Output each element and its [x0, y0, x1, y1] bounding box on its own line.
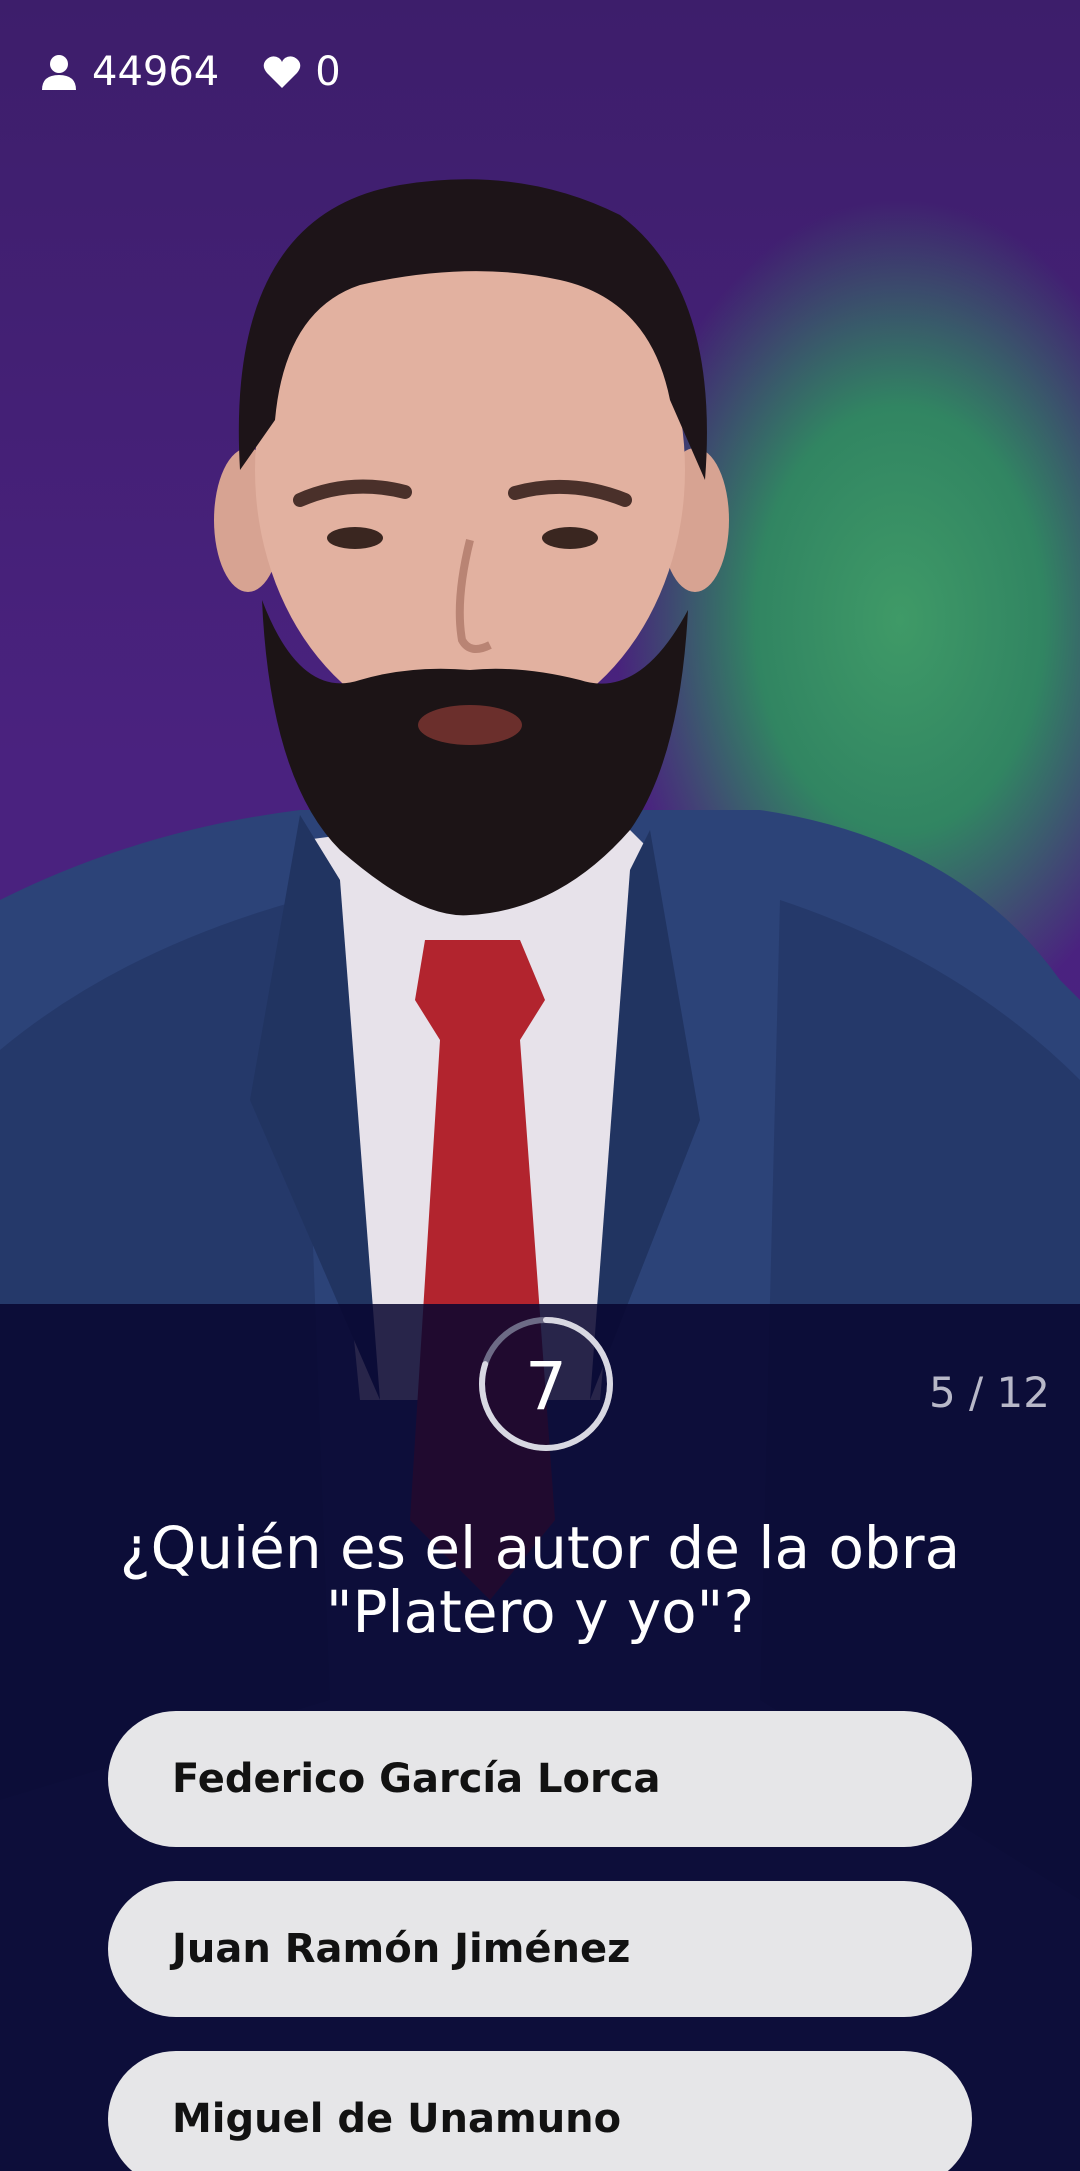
answer-option-1[interactable]: Federico García Lorca [108, 1711, 972, 1847]
answer-option-2[interactable]: Juan Ramón Jiménez [108, 1881, 972, 2017]
trivia-game-screen: 44964 0 7 5 / 12 ¿Quién es el autor de l… [0, 0, 1080, 2171]
answer-option-label: Miguel de Unamuno [172, 2096, 622, 2142]
countdown-timer: 7 [474, 1312, 618, 1456]
heart-icon [263, 56, 301, 88]
question-progress: 5 / 12 [928, 1368, 1050, 1417]
answer-option-3[interactable]: Miguel de Unamuno [108, 2051, 972, 2171]
person-icon [42, 55, 76, 90]
timer-value: 7 [525, 1347, 567, 1425]
answer-option-label: Federico García Lorca [172, 1756, 661, 1802]
live-stats: 44964 0 [40, 44, 385, 100]
likes-stat: 0 [263, 49, 341, 95]
question-text: ¿Quién es el autor de la obra "Platero y… [60, 1516, 1020, 1644]
likes-count: 0 [315, 49, 341, 95]
viewers-stat: 44964 [40, 49, 219, 95]
viewers-count: 44964 [92, 49, 220, 95]
question-line-2: "Platero y yo"? [325, 1578, 755, 1646]
question-line-1: ¿Quién es el autor de la obra [119, 1514, 961, 1582]
answer-option-label: Juan Ramón Jiménez [172, 1926, 631, 1972]
